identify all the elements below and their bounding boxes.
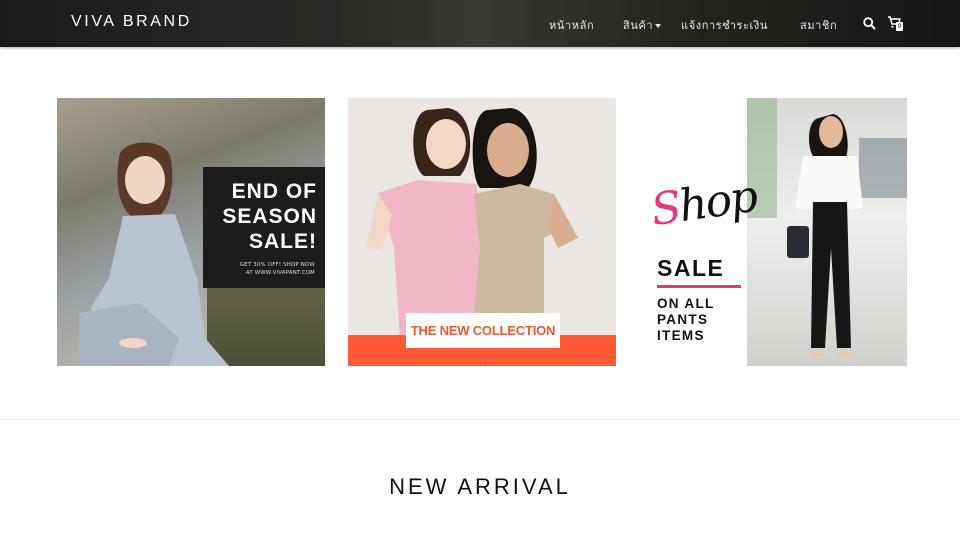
sale-sub-line: PANTS <box>657 312 709 327</box>
top-navbar: VIVA BRAND หน้าหลัก สินค้า แจ้งการชำระเง… <box>0 0 960 47</box>
pink-underline <box>657 285 741 288</box>
banner-new-collection[interactable]: THE NEW COLLECTION !! <box>348 98 616 366</box>
sale-sub-line: ON ALL <box>657 296 715 311</box>
banner-end-of-season-sale[interactable]: END OF SEASON SALE! GET 30% OFF! SHOP NO… <box>57 98 325 366</box>
nav-payment-notify[interactable]: แจ้งการชำระเงิน <box>681 16 768 34</box>
chevron-down-icon <box>655 24 662 28</box>
sale-text-box: END OF SEASON SALE! GET 30% OFF! SHOP NO… <box>203 167 325 288</box>
section-title-new-arrival: NEW ARRIVAL <box>389 474 571 499</box>
shop-script-text: Shop <box>648 171 759 236</box>
cart-count-badge: 0 <box>896 22 903 31</box>
sale-sub-line: ITEMS <box>657 328 705 343</box>
brand-logo[interactable]: VIVA BRAND <box>71 13 192 31</box>
nav-products-label: สินค้า <box>623 19 654 32</box>
promo-note: GET 30% OFF! SHOP NOW <box>239 262 315 268</box>
search-icon[interactable] <box>863 15 876 34</box>
banner-shop-sale-pants[interactable]: Shop SALE ON ALL PANTS ITEMS <box>639 98 907 366</box>
headline-line: SALE! <box>249 230 317 253</box>
promo-note: AT WWW.VIVAPANT.COM <box>245 270 315 276</box>
headline-line: END OF <box>231 180 317 203</box>
section-divider <box>0 419 960 420</box>
collection-label: THE NEW COLLECTION !! <box>406 313 560 366</box>
nav-member[interactable]: สมาชิก <box>800 16 837 34</box>
sale-heading: SALE <box>657 255 725 281</box>
headline-line: SEASON <box>222 205 317 228</box>
nav-products[interactable]: สินค้า <box>623 16 662 34</box>
nav-home[interactable]: หน้าหลัก <box>549 16 594 34</box>
model-photo <box>747 98 907 366</box>
shop-script-rest: hop <box>675 170 760 233</box>
